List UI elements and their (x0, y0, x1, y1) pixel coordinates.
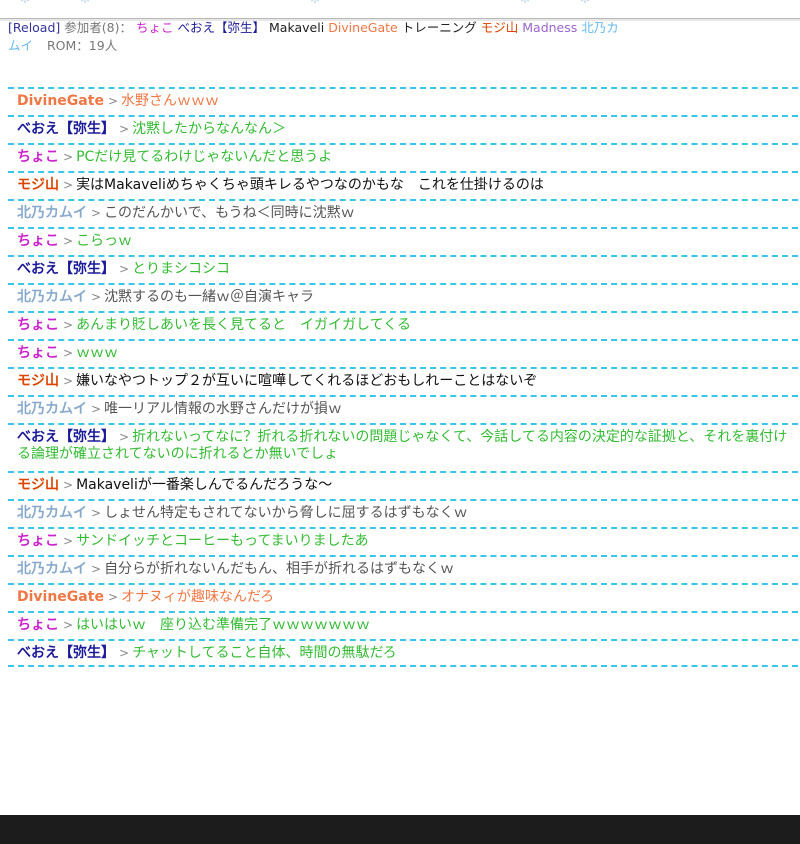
participants-header: [Reload] 参加者(8)： ちょこ べおえ【弥生】 Makaveli Divin… (8, 19, 628, 55)
message-separator: > (63, 234, 74, 248)
chat-message: ちょこ > あんまり貶しあいを長く見てると イガイガしてくる (8, 311, 798, 339)
message-separator: > (119, 430, 130, 444)
message-separator: > (119, 122, 130, 136)
chat-message: ちょこ > はいはいｗ 座り込む準備完了ｗｗｗｗｗｗｗ (8, 611, 798, 639)
reload-link[interactable]: [Reload] (8, 20, 60, 35)
message-author: DivineGate (17, 93, 104, 109)
message-text: チャットしてること自体、時間の無駄だろ (132, 645, 397, 661)
message-separator: > (63, 346, 74, 360)
message-text: このだんかいで、もうね＜同時に沈黙ｗ (104, 205, 355, 221)
message-author: べおえ【弥生】 (17, 261, 115, 277)
chat-message: モジ山 > 嫌いなやつトップ２が互いに喧嘩してくれるほどおもしれーことはないぞ (8, 367, 798, 395)
message-author: モジ山 (17, 177, 59, 193)
message-author: 北乃カムイ (17, 205, 87, 221)
participants-label: 参加者(8)： (64, 20, 132, 35)
message-text: 水野さんｗｗｗ (121, 93, 219, 109)
message-separator: > (63, 178, 74, 192)
message-author: べおえ【弥生】 (17, 429, 115, 445)
message-separator: > (63, 374, 74, 388)
chat-message: べおえ【弥生】 > 折れないってなに？折れる折れないの問題じゃなくて、今話してる内容… (8, 423, 798, 471)
message-separator: > (91, 562, 102, 576)
chat-message: ちょこ > ｗｗｗ (8, 339, 798, 367)
message-text: しょせん特定もされてないから脅しに屈するはずもなくｗ (104, 505, 468, 521)
message-separator: > (91, 506, 102, 520)
message-author: 北乃カムイ (17, 289, 87, 305)
chat-message: 北乃カムイ > 沈黙するのも一緒ｗ＠自演キャラ (8, 283, 798, 311)
message-author: ちょこ (17, 233, 59, 249)
chat-message: べおえ【弥生】 > 沈黙したからなんなん＞ (8, 115, 798, 143)
browser-top-strip: ✻ ✻ ✻ ✻ ✻ (0, 0, 800, 19)
chat-message: 北乃カムイ > しょせん特定もされてないから脅しに屈するはずもなくｗ (8, 499, 798, 527)
chat-message: DivineGate > 水野さんｗｗｗ (8, 87, 798, 115)
message-author: ちょこ (17, 345, 59, 361)
message-text: はいはいｗ 座り込む準備完了ｗｗｗｗｗｗｗ (76, 617, 371, 633)
chat-message: ちょこ > PCだけ見てるわけじゃないんだと思うよ (8, 143, 798, 171)
message-author: ちょこ (17, 317, 59, 333)
chat-message: ちょこ > サンドイッチとコーヒーもってまいりましたあ (8, 527, 798, 555)
message-text: PCだけ見てるわけじゃないんだと思うよ (76, 149, 333, 165)
message-separator: > (119, 262, 130, 276)
message-separator: > (107, 590, 118, 604)
message-text: 自分らが折れないんだもん、相手が折れるはずもなくｗ (104, 561, 455, 577)
rom-count: ROM：19人 (47, 38, 118, 53)
message-separator: > (91, 206, 102, 220)
message-separator: > (119, 646, 130, 660)
message-separator: > (91, 290, 102, 304)
message-text: あんまり貶しあいを長く見てると イガイガしてくる (76, 317, 411, 333)
message-author: ちょこ (17, 617, 59, 633)
message-separator: > (63, 478, 74, 492)
message-author: ちょこ (17, 149, 59, 165)
message-author: ちょこ (17, 533, 59, 549)
bottom-bar (0, 815, 800, 844)
message-separator: > (63, 618, 74, 632)
message-text: ｗｗｗ (76, 345, 119, 361)
message-text: 嫌いなやつトップ２が互いに喧嘩してくれるほどおもしれーことはないぞ (76, 373, 538, 389)
message-text: 折れないってなに？折れる折れないの問題じゃなくて、今話してる内容の決定的な証拠と… (17, 429, 788, 462)
participant-name: Madness (522, 20, 578, 35)
chat-message: DivineGate > オナヌィが趣味なんだろ (8, 583, 798, 611)
message-author: べおえ【弥生】 (17, 645, 115, 661)
snowflake-decoration-icon: ✻ (580, 0, 604, 6)
participant-name: DivineGate (328, 20, 398, 35)
participant-name: ちょこ (135, 20, 174, 35)
chat-message: べおえ【弥生】 > チャットしてること自体、時間の無駄だろ (8, 639, 798, 667)
message-text: こらっｗ (76, 233, 133, 249)
chat-message: モジ山 > Makaveliが一番楽しんでるんだろうな～ (8, 471, 798, 499)
participant-name: モジ山 (480, 20, 519, 35)
message-separator: > (63, 150, 74, 164)
message-text: サンドイッチとコーヒーもってまいりましたあ (76, 533, 369, 549)
snowflake-decoration-icon: ✻ (80, 0, 104, 6)
message-author: 北乃カムイ (17, 401, 87, 417)
participant-name: Makaveli (269, 20, 325, 35)
message-text: 沈黙するのも一緒ｗ＠自演キャラ (104, 289, 315, 305)
message-text: オナヌィが趣味なんだろ (121, 589, 275, 605)
participant-name: べおえ【弥生】 (177, 20, 266, 35)
message-author: 北乃カムイ (17, 505, 87, 521)
chat-message: 北乃カムイ > 唯一リアル情報の水野さんだけが損ｗ (8, 395, 798, 423)
message-text: とりまシコシコ (132, 261, 231, 277)
message-author: DivineGate (17, 589, 104, 605)
message-separator: > (107, 94, 118, 108)
message-author: モジ山 (17, 477, 59, 493)
message-text: 沈黙したからなんなん＞ (132, 121, 287, 137)
message-text: 実はMakaveliめちゃくちゃ頭キレるやつなのかもな これを仕掛けるのは (76, 177, 544, 193)
chat-message: 北乃カムイ > このだんかいで、もうね＜同時に沈黙ｗ (8, 199, 798, 227)
chat-message: ちょこ > こらっｗ (8, 227, 798, 255)
message-author: 北乃カムイ (17, 561, 87, 577)
snowflake-decoration-icon: ✻ (20, 0, 44, 6)
message-author: モジ山 (17, 373, 59, 389)
message-separator: > (63, 318, 74, 332)
chat-message: 北乃カムイ > 自分らが折れないんだもん、相手が折れるはずもなくｗ (8, 555, 798, 583)
chat-message: モジ山 > 実はMakaveliめちゃくちゃ頭キレるやつなのかもな これを仕掛けるの… (8, 171, 798, 199)
snowflake-decoration-icon: ✻ (520, 0, 544, 6)
snowflake-decoration-icon: ✻ (310, 0, 334, 6)
message-author: べおえ【弥生】 (17, 121, 115, 137)
message-separator: > (91, 402, 102, 416)
chat-message: べおえ【弥生】 > とりまシコシコ (8, 255, 798, 283)
message-list: DivineGate > 水野さんｗｗｗ べおえ【弥生】 > 沈黙したからなんなん＞ ちょこ… (8, 87, 798, 667)
message-text: Makaveliが一番楽しんでるんだろうな～ (76, 477, 333, 493)
message-text: 唯一リアル情報の水野さんだけが損ｗ (104, 401, 342, 417)
message-separator: > (63, 534, 74, 548)
participant-name: トレーニング (401, 20, 477, 35)
